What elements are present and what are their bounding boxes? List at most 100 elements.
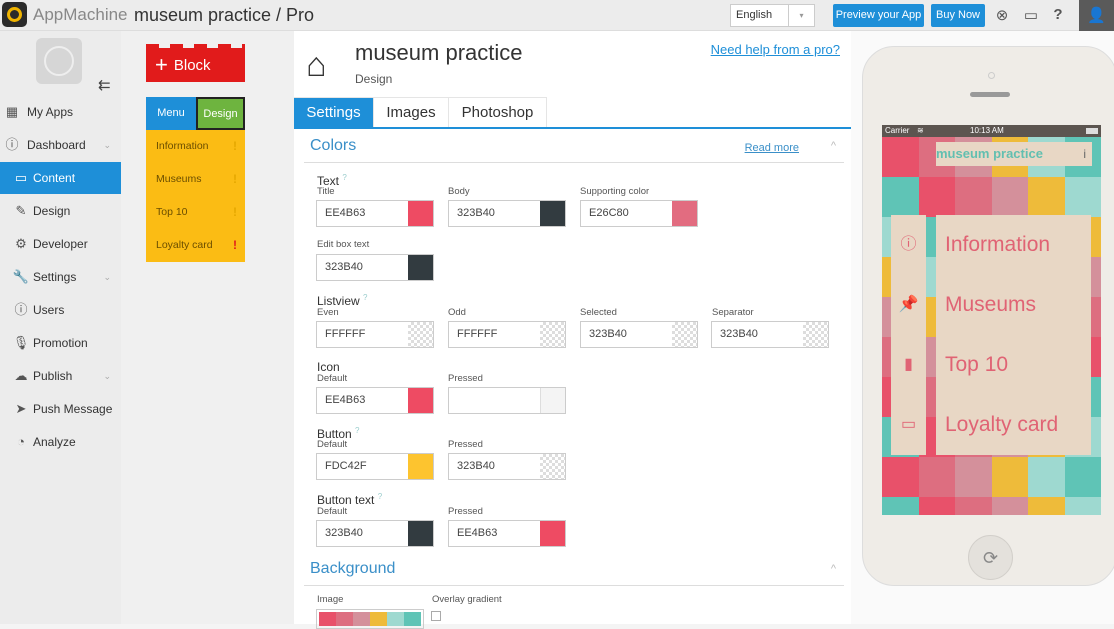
chat-icon[interactable]: ▭ [1022, 6, 1040, 24]
color-swatch[interactable] [672, 201, 697, 226]
background-tile [955, 497, 992, 515]
listview-selected-color-field[interactable]: 323B40 [580, 321, 698, 348]
menu-item-information[interactable]: Information [936, 215, 1091, 275]
sidebar-item-analyze[interactable]: ◔ Analyze [0, 426, 121, 458]
help-icon[interactable]: ? [342, 173, 346, 182]
help-icon[interactable]: ? [355, 426, 359, 435]
block-item-museums[interactable]: Museums! [146, 163, 245, 196]
color-value[interactable]: FFFFFF [457, 322, 497, 347]
tab-settings[interactable]: Settings [294, 97, 374, 127]
background-section-header[interactable]: Background ^ [304, 558, 844, 586]
buy-now-button[interactable]: Buy Now [931, 4, 985, 27]
tooth-icon: ▮ [904, 356, 913, 373]
color-swatch[interactable] [540, 388, 565, 413]
color-swatch[interactable] [408, 322, 433, 347]
field-label: Separator [712, 307, 754, 318]
color-value[interactable]: 323B40 [457, 201, 495, 226]
sidebar-item-my-apps[interactable]: ▦ My Apps [0, 96, 121, 128]
menu-block[interactable]: Menu [146, 97, 196, 130]
block-item-information[interactable]: Information! [146, 130, 245, 163]
color-swatch[interactable] [408, 388, 433, 413]
help-icon[interactable]: ? [363, 293, 367, 302]
color-value[interactable]: 323B40 [325, 255, 363, 280]
group-label-listview: Listview ? [317, 293, 368, 308]
button-text-default-color-field[interactable]: 323B40 [316, 520, 434, 547]
help-link[interactable]: Need help from a pro? [711, 42, 840, 57]
design-block[interactable]: Design [196, 97, 245, 130]
color-swatch[interactable] [540, 454, 565, 479]
supporting-color-field[interactable]: E26C80 [580, 200, 698, 227]
language-select[interactable]: English ▾ [730, 4, 815, 27]
background-image-preview[interactable] [316, 609, 424, 629]
icon-default-color-field[interactable]: EE4B63 [316, 387, 434, 414]
color-swatch[interactable] [540, 322, 565, 347]
sidebar-item-settings[interactable]: 🔧 Settings ⌄ [0, 261, 121, 293]
sidebar-item-users[interactable]: ⓘ Users [0, 294, 121, 326]
color-swatch[interactable] [540, 201, 565, 226]
color-swatch[interactable] [408, 454, 433, 479]
color-value[interactable]: E26C80 [589, 201, 629, 226]
sidebar-item-content[interactable]: ▭ Content [0, 162, 121, 194]
add-block-button[interactable]: + Block [146, 44, 245, 82]
sidebar-item-promotion[interactable]: 🎙 Promotion [0, 327, 121, 359]
support-lifebuoy-icon[interactable]: ⊗ [993, 6, 1011, 24]
color-value[interactable]: EE4B63 [325, 388, 365, 413]
sidebar-item-push-message[interactable]: ➤ Push Message [0, 393, 121, 425]
color-value[interactable]: EE4B63 [457, 521, 497, 546]
chevron-up-icon[interactable]: ^ [831, 140, 836, 152]
chevron-down-icon[interactable]: ▾ [788, 5, 814, 26]
menu-item-museums[interactable]: Museums [936, 275, 1091, 335]
appmachine-logo-icon[interactable] [2, 2, 27, 27]
read-more-link[interactable]: Read more [745, 142, 799, 154]
listview-odd-color-field[interactable]: FFFFFF [448, 321, 566, 348]
help-icon[interactable]: ? [1049, 6, 1067, 23]
app-icon[interactable] [36, 38, 82, 84]
title-color-field[interactable]: EE4B63 [316, 200, 434, 227]
sidebar-item-developer[interactable]: ⚙ Developer [0, 228, 121, 260]
color-value[interactable]: EE4B63 [325, 201, 365, 226]
color-swatch[interactable] [803, 322, 828, 347]
colors-section-header[interactable]: Colors Read more ^ [304, 135, 844, 163]
color-swatch[interactable] [408, 255, 433, 280]
color-swatch[interactable] [408, 201, 433, 226]
color-value[interactable]: FDC42F [325, 454, 367, 479]
color-swatch[interactable] [672, 322, 697, 347]
card-icon: ▭ [900, 416, 917, 433]
field-label: Selected [580, 307, 617, 318]
sidebar-item-dashboard[interactable]: ⓘ Dashboard ⌄ [0, 129, 121, 161]
info-icon[interactable]: i [1083, 142, 1086, 166]
user-menu-icon[interactable]: 👤 [1079, 0, 1114, 31]
carrier-label: Carrier [885, 126, 910, 135]
color-value[interactable]: FFFFFF [325, 322, 365, 347]
listview-even-color-field[interactable]: FFFFFF [316, 321, 434, 348]
block-item-loyalty-card[interactable]: Loyalty card! [146, 229, 245, 262]
button-default-color-field[interactable]: FDC42F [316, 453, 434, 480]
menu-item-top-10[interactable]: Top 10 [936, 335, 1091, 395]
icon-pressed-color-field[interactable] [448, 387, 566, 414]
color-swatch[interactable] [408, 521, 433, 546]
collapse-sidebar-icon[interactable]: ⇇ [98, 76, 111, 94]
menu-item-loyalty-card[interactable]: Loyalty card [936, 395, 1091, 455]
tab-images[interactable]: Images [374, 97, 449, 127]
home-button-refresh-icon[interactable]: ⟳ [968, 535, 1013, 580]
sidebar-item-label: My Apps [27, 105, 74, 119]
color-value[interactable]: 323B40 [589, 322, 627, 347]
chevron-up-icon[interactable]: ^ [831, 563, 836, 575]
listview-separator-color-field[interactable]: 323B40 [711, 321, 829, 348]
help-icon[interactable]: ? [378, 492, 382, 501]
button-pressed-color-field[interactable]: 323B40 [448, 453, 566, 480]
body-color-field[interactable]: 323B40 [448, 200, 566, 227]
color-value[interactable]: 323B40 [325, 521, 363, 546]
color-value[interactable]: 323B40 [720, 322, 758, 347]
preview-app-button[interactable]: Preview your App [833, 4, 924, 27]
sidebar-item-design[interactable]: ✎ Design [0, 195, 121, 227]
tab-photoshop[interactable]: Photoshop [449, 97, 547, 127]
color-value[interactable]: 323B40 [457, 454, 495, 479]
edit-box-text-color-field[interactable]: 323B40 [316, 254, 434, 281]
button-text-pressed-color-field[interactable]: EE4B63 [448, 520, 566, 547]
color-swatch[interactable] [540, 521, 565, 546]
overlay-gradient-checkbox[interactable] [431, 611, 441, 621]
background-tile [1028, 497, 1065, 515]
block-item-top-10[interactable]: Top 10! [146, 196, 245, 229]
sidebar-item-publish[interactable]: ☁ Publish ⌄ [0, 360, 121, 392]
